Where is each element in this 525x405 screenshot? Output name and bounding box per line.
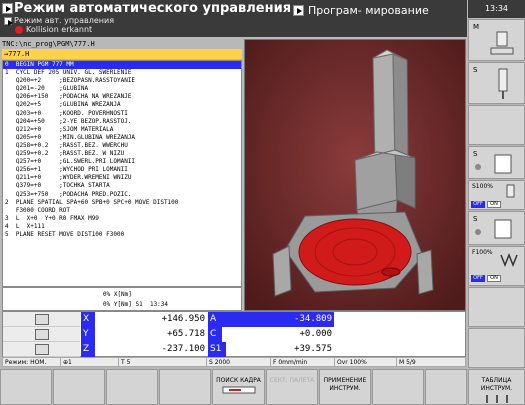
tool-table-label: ТАБЛИЦА ИНСТРУМ. bbox=[480, 377, 513, 392]
tool-table-softkey[interactable]: ТАБЛИЦА ИНСТРУМ. bbox=[468, 369, 525, 405]
program-line[interactable]: 2 PLANE SPATIAL SPA+60 SPB+0 SPC+0 MOVE … bbox=[3, 199, 241, 207]
axis-z-value: -237.100 bbox=[161, 344, 205, 354]
softkey-feed-override[interactable]: F100% OFF ON bbox=[468, 246, 525, 286]
pallet-table-softkey[interactable]: СЕКТ. ПАЛЕТА bbox=[266, 369, 318, 405]
off-toggle[interactable]: OFF bbox=[471, 201, 485, 208]
program-listing[interactable]: 0 BEGIN PGM 777 MM 1 CYCL DEF 205 UNIV. … bbox=[2, 60, 242, 287]
status-tool: T 5 bbox=[119, 358, 207, 367]
axis-a-value: -34.809 bbox=[222, 312, 334, 327]
block-search-icon bbox=[222, 386, 255, 394]
axis-a-label: A bbox=[208, 312, 222, 327]
home-cell[interactable] bbox=[3, 342, 80, 357]
program-line[interactable]: 4 L X+111 bbox=[3, 223, 241, 231]
clock: 13:34 bbox=[468, 0, 525, 18]
collision-warning-text: Kollision erkannt bbox=[26, 25, 93, 34]
m-function-icon bbox=[490, 31, 514, 55]
block-search-softkey[interactable]: ПОИСК КАДРА bbox=[212, 369, 265, 405]
program-line[interactable]: Q203=+0 ;KOORD. POVERHNOSTI bbox=[3, 110, 241, 118]
feed-on-toggle[interactable]: ON bbox=[487, 275, 501, 282]
status-x-line: 0% X[Nm] bbox=[103, 291, 132, 298]
program-line[interactable]: Q258=+0.2 ;RASST.BEZ. WWERCHU bbox=[3, 142, 241, 150]
status-mfunc: M 5/9 bbox=[399, 359, 416, 366]
program-line[interactable]: 0 BEGIN PGM 777 MM bbox=[3, 61, 241, 70]
on-toggle[interactable]: ON bbox=[487, 201, 501, 208]
mode-header: Режим автоматического управления Режим а… bbox=[0, 0, 467, 37]
program-line[interactable]: Q205=+0 ;MIN.GLUBINA WREZANJA bbox=[3, 134, 241, 142]
program-line[interactable]: Q211=+0 ;WYDER.WREMENI WNIZU bbox=[3, 174, 241, 182]
axis-y-label: Y bbox=[81, 327, 95, 342]
softkey-empty-1[interactable] bbox=[468, 105, 525, 145]
softkey-bottom-9[interactable] bbox=[425, 369, 467, 405]
status-tool-slot: ⊕1 bbox=[61, 358, 119, 367]
tool-table-icon bbox=[485, 395, 508, 403]
spindle-direction-icon bbox=[475, 154, 512, 174]
axis-c-label: C bbox=[208, 327, 222, 342]
axis-x-value: +146.950 bbox=[161, 314, 205, 324]
mode-subtitle: Режим авт. управления bbox=[14, 16, 115, 25]
status-mode: Режим: НОМ. bbox=[3, 358, 61, 367]
datum-cell[interactable] bbox=[3, 327, 80, 342]
program-line[interactable]: Q204=+50 ;2-YE BEZOP.RASSTOJ. bbox=[3, 118, 241, 126]
status-y-line: 0% Y[Nm] S1 13:34 bbox=[103, 301, 169, 308]
axis-s1-label: S1 bbox=[208, 342, 226, 357]
softkey-spindle-2[interactable]: S bbox=[468, 211, 525, 245]
collision-3d-view[interactable] bbox=[244, 39, 466, 311]
datum-icon bbox=[35, 329, 49, 340]
status-spindle: S 2000 bbox=[207, 358, 271, 367]
spindle-status-panel: 0% X[Nm] 0% Y[Nm] S1 13:34 bbox=[2, 287, 242, 311]
program-line[interactable]: 5 PLANE RESET MOVE DIST100 F3000 bbox=[3, 231, 241, 239]
program-line[interactable]: Q256=+1 ;WYCHOD PRI LOMANII bbox=[3, 166, 241, 174]
status-override: Ovr 100% bbox=[335, 358, 397, 367]
program-line[interactable]: Q202=+5 ;GLUBINA WREZANJA bbox=[3, 101, 241, 109]
display-icon bbox=[35, 314, 49, 325]
mode-title: Режим автоматического управления bbox=[14, 1, 292, 16]
program-name: →777.H bbox=[2, 49, 242, 59]
program-line[interactable]: Q259=+0.2 ;RASST.BEZ. W NIZU bbox=[3, 150, 241, 158]
spindle-icon bbox=[498, 68, 508, 99]
softkey-bottom-8[interactable] bbox=[372, 369, 424, 405]
program-line[interactable]: Q212=+0 ;SJOM MATERIALA bbox=[3, 126, 241, 134]
axis-x-label: X bbox=[81, 312, 95, 327]
collision-warning-icon bbox=[15, 26, 23, 34]
block-search-label: ПОИСК КАДРА bbox=[216, 377, 261, 384]
apply-tool-softkey[interactable]: ПРИМЕНЕНИЕ ИНСТРУМ. bbox=[319, 369, 371, 405]
program-line[interactable]: 3 L X+0 Y+0 R0 FMAX M99 bbox=[3, 215, 241, 223]
softkey-bottom-4[interactable] bbox=[159, 369, 211, 405]
home-icon bbox=[35, 344, 49, 355]
sub-mode-icon bbox=[4, 17, 13, 26]
program-path: TNC:\nc_prog\PGM\777.H bbox=[2, 40, 95, 48]
program-line[interactable]: Q379=+0 ;TOCHKA STARTA bbox=[3, 182, 241, 190]
softkey-spindle-override[interactable]: S100% OFF ON bbox=[468, 180, 525, 210]
program-line[interactable]: Q253=+750 ;PODACHA PRED.POZIC. bbox=[3, 191, 241, 199]
display-mode-cell[interactable] bbox=[3, 312, 80, 327]
softkey-bottom-2[interactable] bbox=[53, 369, 105, 405]
machine-status-bar: Режим: НОМ. ⊕1 T 5 S 2000 F 0mm/min Ovr … bbox=[2, 357, 466, 367]
machine-mode-icon bbox=[2, 3, 13, 14]
program-line[interactable]: Q200=+2 ;BEZOPASN.RASSTOYANIE bbox=[3, 77, 241, 85]
softkey-bottom-3[interactable] bbox=[106, 369, 158, 405]
axis-c-value: +0.000 bbox=[299, 329, 332, 339]
axis-z-label: Z bbox=[81, 342, 95, 357]
feed-off-toggle[interactable]: OFF bbox=[471, 275, 485, 282]
softkey-m[interactable]: M bbox=[468, 19, 525, 61]
programming-mode-icon[interactable] bbox=[293, 5, 304, 16]
softkey-bottom-1[interactable] bbox=[0, 369, 52, 405]
spindle-stop-icon bbox=[475, 219, 512, 239]
program-line[interactable]: Q201=-20 ;GLUBINA bbox=[3, 85, 241, 93]
softkey-spindle-dir[interactable]: S bbox=[468, 146, 525, 179]
axis-y-value: +65.718 bbox=[167, 329, 205, 339]
softkey-empty-3[interactable] bbox=[468, 328, 525, 368]
softkey-s[interactable]: S bbox=[468, 62, 525, 104]
program-line[interactable]: Q257=+0 ;GL.SWERL.PRI LOMANII bbox=[3, 158, 241, 166]
axis-s1-value: +39.575 bbox=[294, 344, 332, 354]
program-line[interactable]: Q206=+150 ;PODACHA NA WREZANJE bbox=[3, 93, 241, 101]
softkey-empty-2[interactable] bbox=[468, 287, 525, 327]
status-feed: F 0mm/min bbox=[271, 358, 335, 367]
machine-model-graphic bbox=[245, 40, 465, 310]
position-display: X +146.950 Y +65.718 Z -237.100 A -34.80… bbox=[2, 311, 466, 357]
programming-mode-label[interactable]: Програм- мирование bbox=[308, 4, 429, 17]
program-line[interactable]: 1 CYCL DEF 205 UNIV. GL. SWERLENIE bbox=[3, 69, 241, 77]
program-line[interactable]: F3000 COORD ROT bbox=[3, 207, 241, 215]
